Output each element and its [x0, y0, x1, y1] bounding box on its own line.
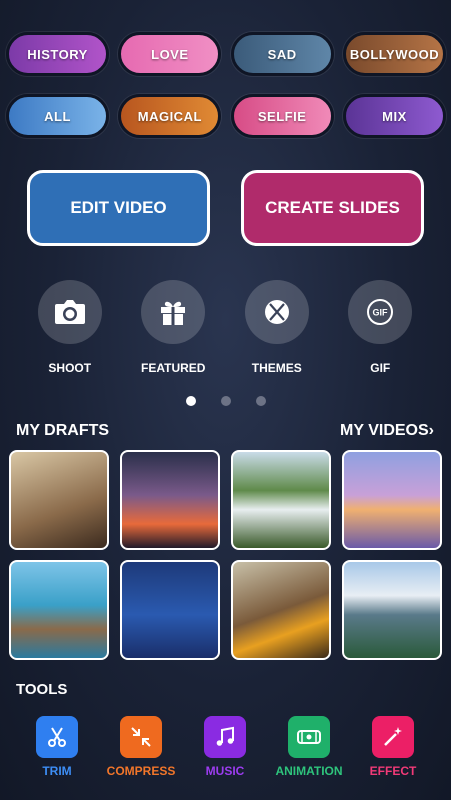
- chevron-right-icon: ›: [428, 422, 434, 439]
- gif-button[interactable]: GIF GIF: [329, 280, 433, 375]
- category-chips: HISTORY LOVE SAD BOLLYWOOD ALL MAGICAL S…: [6, 32, 446, 156]
- draft-thumbnail-eagle[interactable]: [231, 560, 331, 660]
- themes-button[interactable]: THEMES: [225, 280, 329, 375]
- chip-label: SAD: [267, 46, 297, 62]
- draft-thumbnail-couple[interactable]: [9, 450, 109, 550]
- page-dot-2[interactable]: [220, 396, 231, 406]
- chip-sad[interactable]: SAD: [230, 32, 334, 76]
- draft-thumbnail-sunset[interactable]: [342, 450, 442, 550]
- quick-actions: SHOOT FEATURED THEMES GIF GIF: [18, 280, 432, 375]
- music-icon: [204, 716, 246, 758]
- gif-label: GIF: [370, 361, 391, 375]
- chip-label: MIX: [382, 108, 407, 124]
- chip-label: ALL: [44, 108, 71, 124]
- edit-video-button[interactable]: EDIT VIDEO: [27, 170, 210, 246]
- svg-text:GIF: GIF: [373, 308, 389, 318]
- chip-label: SELFIE: [257, 108, 307, 124]
- page-dot-1[interactable]: [185, 396, 196, 406]
- film-icon: [288, 716, 330, 758]
- chip-bollywood[interactable]: BOLLYWOOD: [342, 32, 446, 76]
- featured-label: FEATURED: [141, 361, 206, 375]
- gift-icon: [141, 280, 206, 344]
- tools-bar: TRIM COMPRESS MUSIC ANIMATION EFFECT: [15, 716, 435, 778]
- create-slides-button[interactable]: CREATE SLIDES: [241, 170, 424, 246]
- music-label: MUSIC: [205, 764, 245, 778]
- chip-label: MAGICAL: [137, 108, 202, 124]
- gif-icon: GIF: [348, 280, 413, 344]
- trim-tool[interactable]: TRIM: [15, 716, 99, 778]
- my-videos-label: MY VIDEOS: [340, 422, 429, 439]
- draft-thumbnail-mountain[interactable]: [342, 560, 442, 660]
- chip-selfie[interactable]: SELFIE: [230, 94, 334, 138]
- animation-tool[interactable]: ANIMATION: [267, 716, 351, 778]
- compress-tool[interactable]: COMPRESS: [99, 716, 183, 778]
- animation-label: ANIMATION: [275, 764, 343, 778]
- compress-icon: [120, 716, 162, 758]
- chip-love[interactable]: LOVE: [118, 32, 222, 76]
- drafts-grid: [9, 450, 443, 660]
- compress-label: COMPRESS: [106, 764, 176, 778]
- draft-thumbnail-swan[interactable]: [120, 560, 220, 660]
- draft-thumbnail-waterfall[interactable]: [231, 450, 331, 550]
- camera-icon: [37, 280, 102, 344]
- trim-label: TRIM: [42, 764, 72, 778]
- magic-wand-icon: [372, 716, 414, 758]
- edit-video-label: EDIT VIDEO: [70, 198, 167, 217]
- category-row-1: HISTORY LOVE SAD BOLLYWOOD: [6, 32, 446, 76]
- chip-label: BOLLYWOOD: [349, 46, 440, 62]
- drafts-header: MY DRAFTS MY VIDEOS›: [16, 422, 434, 440]
- shoot-button[interactable]: SHOOT: [18, 280, 122, 375]
- chip-all[interactable]: ALL: [6, 94, 109, 138]
- page-dot-3[interactable]: [255, 396, 266, 406]
- scissors-icon: [36, 716, 78, 758]
- chip-label: HISTORY: [27, 46, 88, 62]
- effect-tool[interactable]: EFFECT: [351, 716, 435, 778]
- page-indicator: [0, 396, 451, 406]
- themes-label: THEMES: [251, 361, 302, 375]
- chip-label: LOVE: [151, 46, 189, 62]
- my-drafts-title: MY DRAFTS: [16, 422, 110, 439]
- primary-actions: EDIT VIDEO CREATE SLIDES: [27, 170, 424, 246]
- draft-thumbnail-pier[interactable]: [9, 560, 109, 660]
- featured-button[interactable]: FEATURED: [122, 280, 226, 375]
- themes-icon: [244, 280, 309, 344]
- chip-mix[interactable]: MIX: [342, 94, 446, 138]
- chip-history[interactable]: HISTORY: [6, 32, 109, 76]
- category-row-2: ALL MAGICAL SELFIE MIX: [6, 94, 446, 138]
- tools-title: TOOLS: [16, 681, 68, 698]
- shoot-label: SHOOT: [48, 361, 92, 375]
- my-videos-link[interactable]: MY VIDEOS›: [340, 422, 434, 440]
- create-slides-label: CREATE SLIDES: [265, 198, 400, 217]
- music-tool[interactable]: MUSIC: [183, 716, 267, 778]
- effect-label: EFFECT: [369, 764, 417, 778]
- chip-magical[interactable]: MAGICAL: [118, 94, 222, 138]
- draft-thumbnail-hearts[interactable]: [120, 450, 220, 550]
